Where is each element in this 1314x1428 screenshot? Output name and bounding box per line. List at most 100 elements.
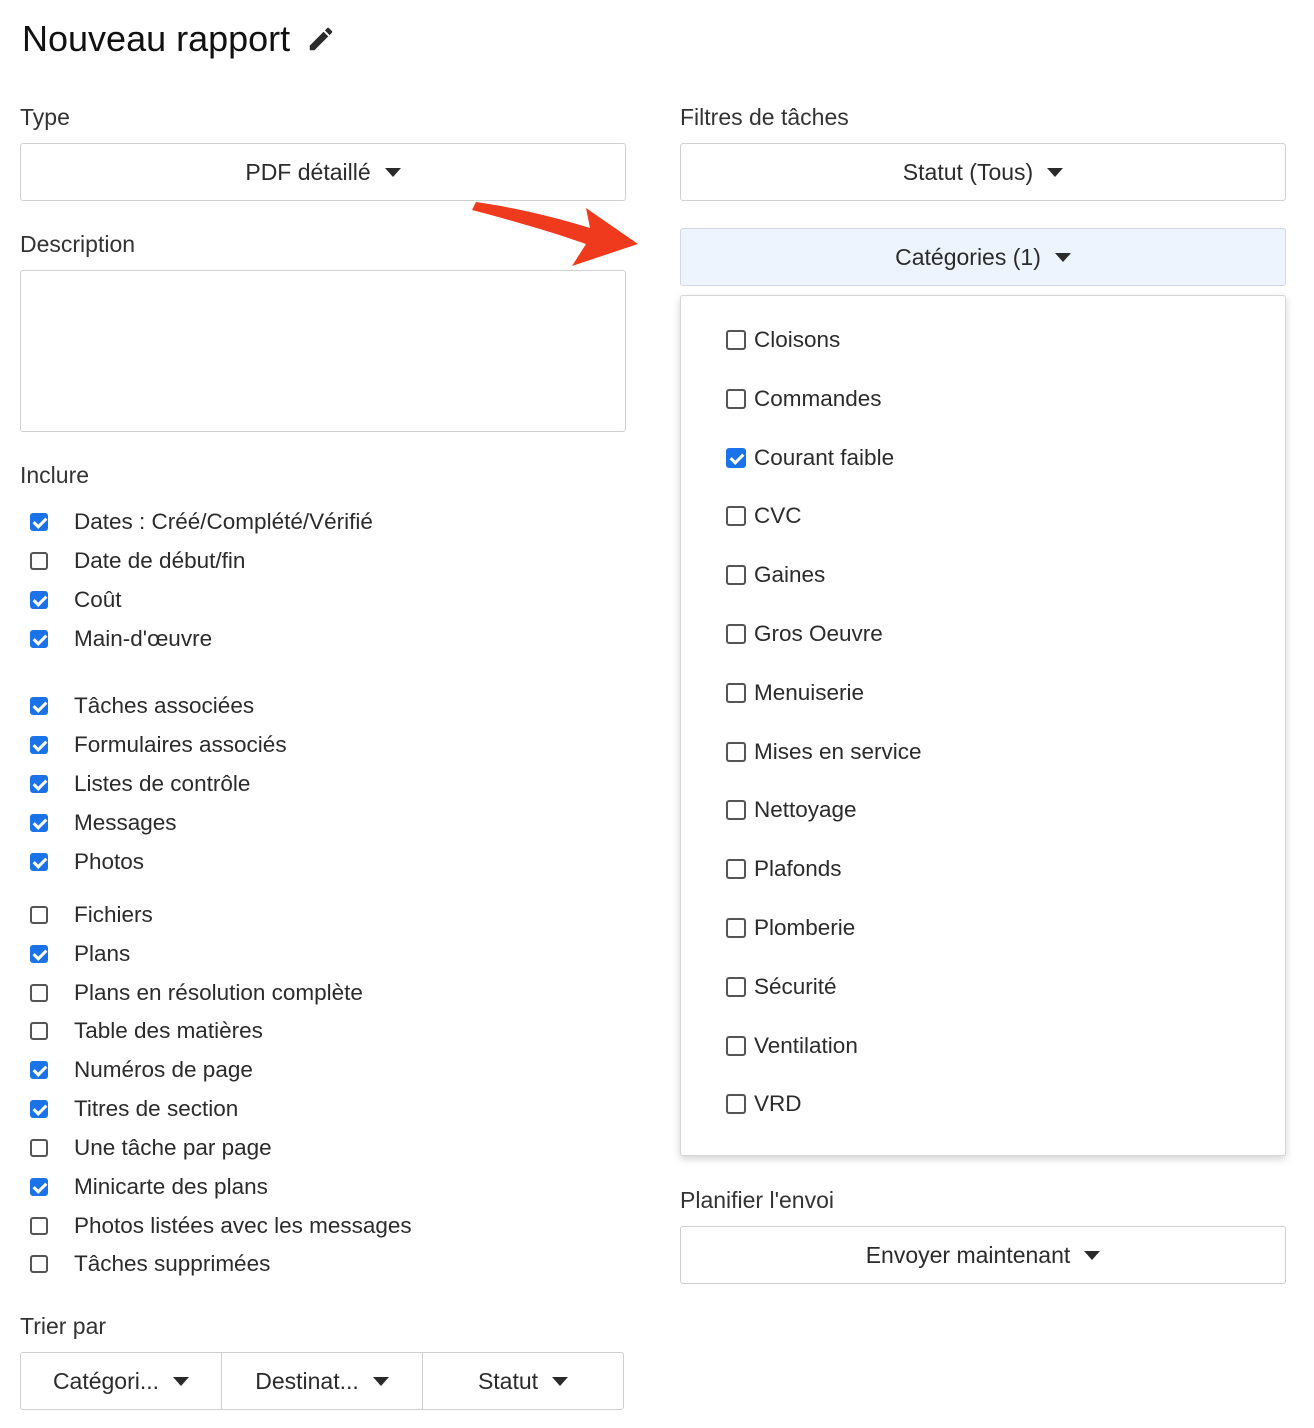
include-option[interactable]: Titres de section [30,1096,238,1122]
schedule-dropdown[interactable]: Envoyer maintenant [680,1226,1286,1284]
include-option-label: Date de début/fin [74,548,246,573]
checkbox[interactable] [726,565,746,586]
include-option[interactable]: Main-d'œuvre [30,626,212,652]
include-option-label: Tâches supprimées [74,1251,271,1276]
include-option[interactable]: Photos [30,849,144,875]
category-option-label: Gaines [754,562,826,588]
include-option[interactable]: Plans [30,941,130,967]
include-option[interactable]: Minicarte des plans [30,1174,268,1200]
type-dropdown[interactable]: PDF détaillé [20,143,626,201]
category-option-label: Plomberie [754,915,856,940]
sort-dropdown-2[interactable]: Destinat... [222,1353,423,1409]
sort-dropdown-1[interactable]: Catégori... [21,1353,222,1409]
checkbox[interactable] [30,906,48,924]
sort-dropdown-1-value: Catégori... [52,1367,160,1394]
include-option[interactable]: Plans en résolution complète [30,980,363,1006]
checkbox[interactable] [30,1139,48,1157]
checkbox-checked[interactable] [30,1100,48,1118]
checkbox[interactable] [726,330,746,350]
include-option[interactable]: Fichiers [30,902,153,928]
checkbox-checked[interactable] [30,1061,48,1079]
include-option-label: Listes de contrôle [74,771,251,796]
include-label: Inclure [20,462,90,488]
category-option[interactable]: Nettoyage [726,797,857,823]
category-option[interactable]: Ventilation [726,1033,858,1059]
status-filter-dropdown[interactable]: Statut (Tous) [680,143,1286,201]
checkbox[interactable] [726,388,746,409]
description-textarea[interactable] [20,270,626,432]
include-option[interactable]: Une tâche par page [30,1135,272,1161]
pencil-icon[interactable] [306,24,336,54]
checkbox[interactable] [726,624,746,644]
type-dropdown-value: PDF détaillé [245,158,371,185]
category-option[interactable]: CVC [726,503,802,529]
include-option[interactable]: Date de début/fin [30,548,245,574]
category-option[interactable]: Courant faible [726,445,894,471]
category-option-label: Sécurité [754,973,837,999]
include-option[interactable]: Messages [30,810,177,836]
checkbox-checked[interactable] [30,591,48,609]
include-option[interactable]: Dates : Créé/Complété/Vérifié [30,509,373,535]
checkbox[interactable] [30,1022,48,1040]
category-option-label: Commandes [754,385,882,411]
checkbox[interactable] [726,682,746,703]
checkbox-checked[interactable] [30,945,48,963]
checkbox-checked[interactable] [30,513,48,531]
checkbox[interactable] [30,1217,48,1235]
checkbox-checked[interactable] [30,775,48,793]
categories-menu: Cloisons Commandes Courant faible CVC Gaines… [680,295,1286,1156]
include-option[interactable]: Photos listées avec les messages [30,1213,412,1239]
checkbox[interactable] [726,800,746,821]
caret-down-icon [552,1376,569,1386]
checkbox[interactable] [726,1094,746,1115]
checkbox[interactable] [726,741,746,762]
sort-label: Trier par [20,1313,107,1339]
category-option[interactable]: Gaines [726,562,825,588]
include-option[interactable]: Listes de contrôle [30,771,250,797]
checkbox-checked[interactable] [30,814,48,832]
include-option[interactable]: Tâches supprimées [30,1251,270,1277]
category-option[interactable]: Plomberie [726,915,855,941]
category-option[interactable]: Commandes [726,386,882,412]
category-option-label: Gros Oeuvre [754,621,883,646]
include-option-label: Fichiers [74,902,153,927]
checkbox[interactable] [726,506,746,527]
category-option[interactable]: Mises en service [726,739,922,765]
categories-filter-value: Catégories (1) [895,243,1041,270]
include-option[interactable]: Coût [30,587,122,613]
categories-filter-dropdown[interactable]: Catégories (1) [680,228,1286,286]
include-option-label: Titres de section [74,1096,239,1121]
include-option[interactable]: Table des matières [30,1018,263,1044]
category-option[interactable]: Sécurité [726,974,837,1000]
sort-dropdown-3[interactable]: Statut [423,1353,623,1409]
checkbox[interactable] [726,976,746,997]
checkbox-checked[interactable] [30,1178,48,1196]
caret-down-icon [1084,1250,1101,1260]
checkbox-checked[interactable] [726,447,746,468]
sort-dropdown-2-value: Destinat... [255,1367,359,1394]
category-option[interactable]: VRD [726,1091,802,1117]
checkbox-checked[interactable] [30,630,48,648]
category-option-label: Cloisons [754,327,841,352]
caret-down-icon [384,167,401,177]
checkbox[interactable] [726,859,746,880]
type-label: Type [20,104,70,130]
checkbox[interactable] [726,918,746,938]
checkbox-checked[interactable] [30,853,48,871]
category-option[interactable]: Gros Oeuvre [726,621,883,647]
include-option-label: Coût [74,587,122,612]
checkbox[interactable] [30,1255,48,1273]
checkbox[interactable] [30,984,48,1002]
category-option[interactable]: Cloisons [726,327,840,353]
include-option[interactable]: Tâches associées [30,693,254,719]
schedule-dropdown-value: Envoyer maintenant [865,1241,1071,1268]
checkbox[interactable] [30,552,48,570]
category-option[interactable]: Plafonds [726,856,842,882]
include-option[interactable]: Numéros de page [30,1057,253,1083]
include-option[interactable]: Formulaires associés [30,732,287,758]
checkbox[interactable] [726,1035,746,1056]
category-option[interactable]: Menuiserie [726,680,864,706]
annotation-arrow-icon [472,202,638,266]
checkbox-checked[interactable] [30,697,48,715]
checkbox-checked[interactable] [30,736,48,754]
